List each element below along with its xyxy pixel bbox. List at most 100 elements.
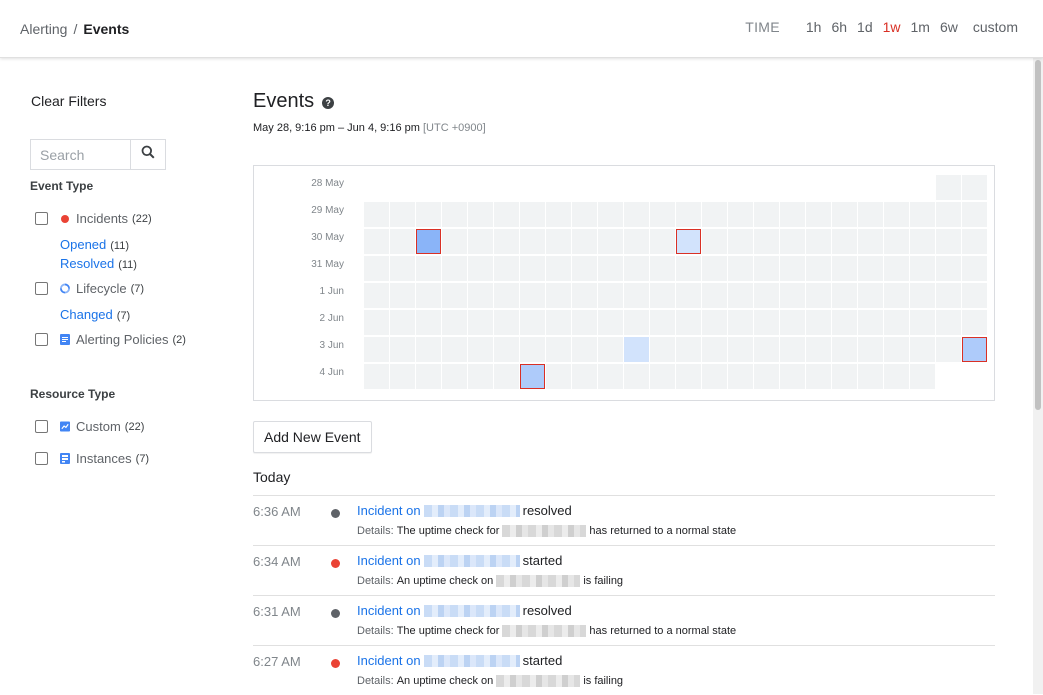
- heatmap-cell[interactable]: [468, 337, 493, 362]
- heatmap-cell[interactable]: [780, 283, 805, 308]
- heatmap-cell[interactable]: [442, 310, 467, 335]
- heatmap-cell[interactable]: [494, 283, 519, 308]
- heatmap-cell[interactable]: [494, 256, 519, 281]
- heatmap-cell[interactable]: [754, 337, 779, 362]
- heatmap-cell[interactable]: [780, 229, 805, 254]
- heatmap-cell[interactable]: [806, 310, 831, 335]
- heatmap-cell[interactable]: [936, 283, 961, 308]
- heatmap-cell[interactable]: [416, 256, 441, 281]
- heatmap-cell[interactable]: [858, 256, 883, 281]
- heatmap-cell[interactable]: [624, 364, 649, 389]
- heatmap-cell[interactable]: [650, 256, 675, 281]
- heatmap-cell[interactable]: [650, 364, 675, 389]
- heatmap-cell[interactable]: [858, 337, 883, 362]
- heatmap-cell[interactable]: [416, 337, 441, 362]
- heatmap-cell[interactable]: [728, 256, 753, 281]
- heatmap-cell[interactable]: [936, 337, 961, 362]
- event-title-link[interactable]: Incident on: [357, 553, 421, 568]
- heatmap-cell[interactable]: [884, 229, 909, 254]
- heatmap-cell[interactable]: [806, 337, 831, 362]
- heatmap-cell[interactable]: [702, 256, 727, 281]
- heatmap-cell[interactable]: [416, 202, 441, 227]
- heatmap-cell[interactable]: [572, 337, 597, 362]
- clear-filters-link[interactable]: Clear Filters: [31, 93, 106, 109]
- heatmap-cell[interactable]: [572, 256, 597, 281]
- heatmap-cell[interactable]: [520, 337, 545, 362]
- heatmap-cell[interactable]: [520, 283, 545, 308]
- time-option-1m[interactable]: 1m: [911, 19, 930, 35]
- heatmap-cell[interactable]: [598, 310, 623, 335]
- heatmap-cell[interactable]: [936, 256, 961, 281]
- heatmap-cell[interactable]: [858, 364, 883, 389]
- heatmap-cell[interactable]: [494, 202, 519, 227]
- heatmap-cell[interactable]: [962, 283, 987, 308]
- heatmap-cell[interactable]: [910, 364, 935, 389]
- heatmap-cell[interactable]: [442, 283, 467, 308]
- heatmap-cell[interactable]: [780, 364, 805, 389]
- filter-lifecycle[interactable]: Lifecycle (7): [35, 281, 144, 296]
- filter-alerting-policies[interactable]: Alerting Policies (2): [35, 332, 186, 347]
- heatmap-cell[interactable]: [520, 364, 545, 389]
- heatmap-cell[interactable]: [442, 229, 467, 254]
- heatmap-cell[interactable]: [624, 337, 649, 362]
- heatmap-cell[interactable]: [390, 337, 415, 362]
- heatmap-cell[interactable]: [884, 364, 909, 389]
- heatmap-cell[interactable]: [832, 364, 857, 389]
- instances-checkbox[interactable]: [35, 452, 48, 465]
- heatmap-cell[interactable]: [780, 337, 805, 362]
- heatmap-cell[interactable]: [936, 310, 961, 335]
- heatmap-cell[interactable]: [806, 364, 831, 389]
- heatmap-cell[interactable]: [910, 337, 935, 362]
- heatmap-cell[interactable]: [702, 229, 727, 254]
- search-input[interactable]: [30, 139, 130, 170]
- heatmap-cell[interactable]: [364, 256, 389, 281]
- heatmap-cell[interactable]: [728, 229, 753, 254]
- custom-checkbox[interactable]: [35, 420, 48, 433]
- heatmap-cell[interactable]: [936, 229, 961, 254]
- heatmap-cell[interactable]: [416, 229, 441, 254]
- breadcrumb-alerting[interactable]: Alerting: [20, 21, 67, 37]
- filter-changed[interactable]: Changed (7): [60, 307, 130, 322]
- incidents-checkbox[interactable]: [35, 212, 48, 225]
- heatmap-cell[interactable]: [884, 310, 909, 335]
- alerting-policies-checkbox[interactable]: [35, 333, 48, 346]
- heatmap-cell[interactable]: [442, 256, 467, 281]
- heatmap-cell[interactable]: [520, 256, 545, 281]
- heatmap-cell[interactable]: [546, 337, 571, 362]
- filter-resolved[interactable]: Resolved (11): [60, 256, 137, 271]
- event-title-link[interactable]: Incident on: [357, 603, 421, 618]
- heatmap-cell[interactable]: [832, 310, 857, 335]
- heatmap-cell[interactable]: [494, 364, 519, 389]
- heatmap-cell[interactable]: [624, 229, 649, 254]
- heatmap-cell[interactable]: [390, 256, 415, 281]
- heatmap-cell[interactable]: [728, 283, 753, 308]
- heatmap-cell[interactable]: [832, 337, 857, 362]
- heatmap-cell[interactable]: [858, 310, 883, 335]
- heatmap-cell[interactable]: [728, 310, 753, 335]
- heatmap-cell[interactable]: [364, 364, 389, 389]
- search-button[interactable]: [130, 139, 166, 170]
- time-option-1w[interactable]: 1w: [883, 19, 901, 35]
- heatmap-cell[interactable]: [702, 310, 727, 335]
- heatmap-cell[interactable]: [676, 310, 701, 335]
- heatmap-cell[interactable]: [598, 337, 623, 362]
- heatmap-cell[interactable]: [962, 337, 987, 362]
- heatmap-cell[interactable]: [676, 283, 701, 308]
- heatmap-cell[interactable]: [728, 337, 753, 362]
- heatmap-cell[interactable]: [598, 364, 623, 389]
- heatmap-cell[interactable]: [806, 202, 831, 227]
- time-option-1d[interactable]: 1d: [857, 19, 873, 35]
- heatmap-cell[interactable]: [650, 283, 675, 308]
- heatmap-cell[interactable]: [832, 202, 857, 227]
- heatmap-cell[interactable]: [910, 202, 935, 227]
- heatmap-cell[interactable]: [390, 364, 415, 389]
- heatmap-cell[interactable]: [754, 229, 779, 254]
- heatmap-cell[interactable]: [858, 229, 883, 254]
- heatmap-cell[interactable]: [910, 229, 935, 254]
- heatmap-cell[interactable]: [468, 229, 493, 254]
- filter-incidents[interactable]: Incidents (22): [35, 211, 152, 226]
- heatmap-cell[interactable]: [494, 337, 519, 362]
- heatmap-cell[interactable]: [624, 283, 649, 308]
- heatmap-cell[interactable]: [832, 229, 857, 254]
- heatmap-cell[interactable]: [468, 202, 493, 227]
